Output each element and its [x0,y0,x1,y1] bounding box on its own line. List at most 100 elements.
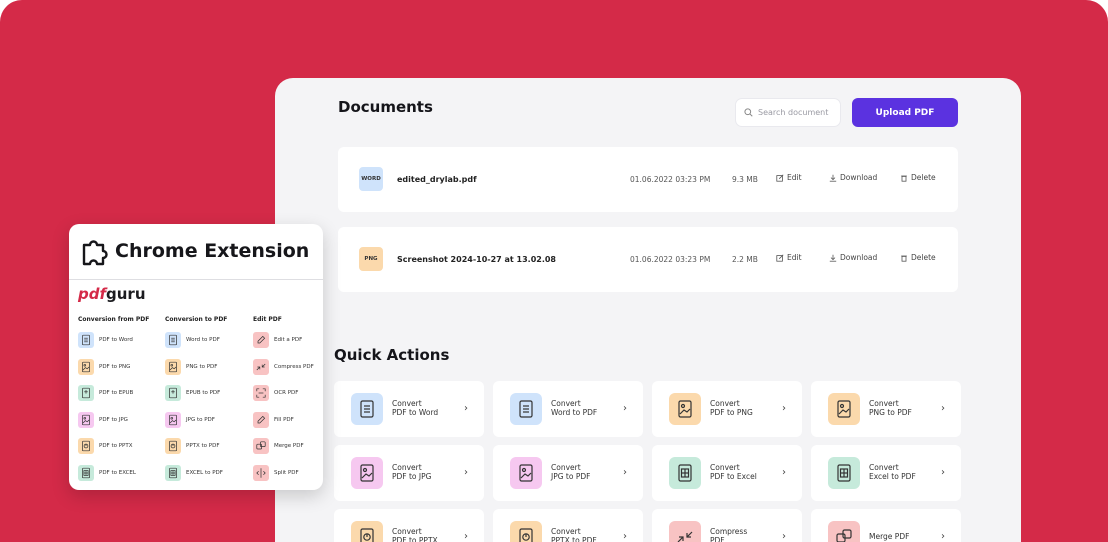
merge-icon [256,441,266,450]
extension-menu-item[interactable]: PDF to PPTX [78,438,133,454]
extension-menu-item[interactable]: PDF to JPG [78,411,128,428]
compress-icon [256,363,266,370]
menu-item-label: PDF to EPUB [99,390,134,396]
chevron-right-icon: › [941,467,945,478]
quick-action-tile[interactable]: Convert PDF to PPTX › [334,509,484,542]
menu-item-icon-box [253,411,269,428]
extension-menu-item[interactable]: Split PDF [253,464,299,481]
tile-icon-box [351,393,383,425]
document-row[interactable]: PNG Screenshot 2024-10-27 at 13.02.08 01… [338,227,958,292]
download-icon [829,254,837,262]
menu-item-label: JPG to PDF [186,416,215,423]
extension-header: Chrome Extension [79,236,309,266]
extension-menu-item[interactable]: OCR PDF [253,385,298,401]
extension-menu-item[interactable]: PPTX to PDF [165,438,220,454]
quick-action-tile[interactable]: Convert PDF to JPG › [334,445,484,501]
menu-item-icon-box [165,438,181,454]
delete-button[interactable]: Delete [900,253,936,262]
menu-item-icon-box [165,411,181,428]
menu-item-label: PDF to Word [99,337,133,343]
quick-action-tile[interactable]: Convert JPG to PDF › [493,445,643,501]
menu-item-icon-box [253,385,269,401]
tile-icon-box [828,521,860,542]
divider [69,279,323,280]
extension-menu-item[interactable]: EPUB to PDF [165,385,220,401]
extension-menu-item[interactable]: PDF to EXCEL [78,464,136,481]
chevron-right-icon: › [623,531,627,542]
tile-label: Convert PDF to JPG [392,463,432,481]
document-name: edited_drylab.pdf [397,175,477,184]
extension-menu-item[interactable]: Merge PDF [253,438,304,454]
upload-pdf-button[interactable]: Upload PDF [852,98,958,127]
extension-menu-item[interactable]: PDF to Word [78,332,133,348]
presentation-icon [360,528,374,542]
quick-action-tile[interactable]: Convert PNG to PDF › [811,381,961,437]
extension-menu-item[interactable]: PNG to PDF [165,358,217,375]
delete-button[interactable]: Delete [900,173,936,182]
delete-label: Delete [911,173,936,182]
pencil-icon [257,335,266,344]
menu-item-icon-box [78,464,94,481]
tile-label: Convert PDF to PNG [710,399,753,417]
quick-action-tile[interactable]: Convert Word to PDF › [493,381,643,437]
image-icon [169,414,177,425]
tile-label: Convert PDF to Excel [710,463,757,481]
quick-action-tile[interactable]: Merge PDF › [811,509,961,542]
chevron-right-icon: › [464,531,468,542]
extension-menu-item[interactable]: JPG to PDF [165,411,215,428]
menu-column-heading: Edit PDF [253,316,282,323]
menu-item-icon-box [78,385,94,401]
edit-button[interactable]: Edit [776,253,802,262]
quick-action-tile[interactable]: Convert PPTX to PDF › [493,509,643,542]
extension-menu-item[interactable]: PDF to EPUB [78,385,133,401]
extension-menu-item[interactable]: Word to PDF [165,332,220,348]
document-date: 01.06.2022 03:23 PM [630,255,711,264]
menu-item-icon-box [78,358,94,375]
extension-menu-item[interactable]: Fill PDF [253,411,294,428]
extension-menu-item[interactable]: Edit a PDF [253,332,302,348]
quick-action-tile[interactable]: Compress PDF › [652,509,802,542]
download-icon [829,174,837,182]
menu-item-label: Compress PDF [274,363,314,370]
extension-menu-item[interactable]: Compress PDF [253,358,314,375]
download-label: Download [840,253,878,262]
quick-action-tile[interactable]: Convert PDF to Excel › [652,445,802,501]
search-input[interactable] [758,108,838,117]
book-icon [82,387,90,399]
menu-item-icon-box [253,332,269,348]
menu-item-icon-box [78,332,94,348]
table-icon [678,464,692,482]
menu-item-icon-box [165,464,181,481]
extension-menu-item[interactable]: PDF to PNG [78,358,130,375]
quick-action-tile[interactable]: Convert PDF to PNG › [652,381,802,437]
image-icon [169,361,177,372]
menu-item-icon-box [253,464,269,481]
menu-item-label: Edit a PDF [274,337,303,343]
edit-icon [776,254,784,262]
extension-menu-item[interactable]: EXCEL to PDF [165,464,223,481]
download-button[interactable]: Download [829,173,877,182]
quick-actions-title: Quick Actions [334,346,450,364]
tile-label: Convert PDF to Word [392,399,439,417]
image-icon [360,464,374,482]
quick-action-tile[interactable]: Convert PDF to Word › [334,381,484,437]
search-icon [744,108,753,117]
tile-icon-box [828,457,860,489]
document-date: 01.06.2022 03:23 PM [630,175,711,184]
menu-item-label: Fill PDF [274,416,294,423]
chevron-right-icon: › [782,403,786,414]
tile-icon-box [510,393,542,425]
quick-action-tile[interactable]: Convert Excel to PDF › [811,445,961,501]
menu-item-label: PDF to PPTX [99,443,133,449]
ocr-icon [256,388,266,398]
document-icon [169,334,177,346]
download-label: Download [840,173,878,182]
edit-button[interactable]: Edit [776,173,802,182]
puzzle-icon [82,240,108,266]
download-button[interactable]: Download [829,253,877,262]
menu-item-icon-box [165,385,181,401]
document-row[interactable]: WORD edited_drylab.pdf 01.06.2022 03:23 … [338,147,958,212]
search-box[interactable] [735,98,841,127]
delete-label: Delete [911,253,936,262]
menu-item-icon-box [78,411,94,428]
